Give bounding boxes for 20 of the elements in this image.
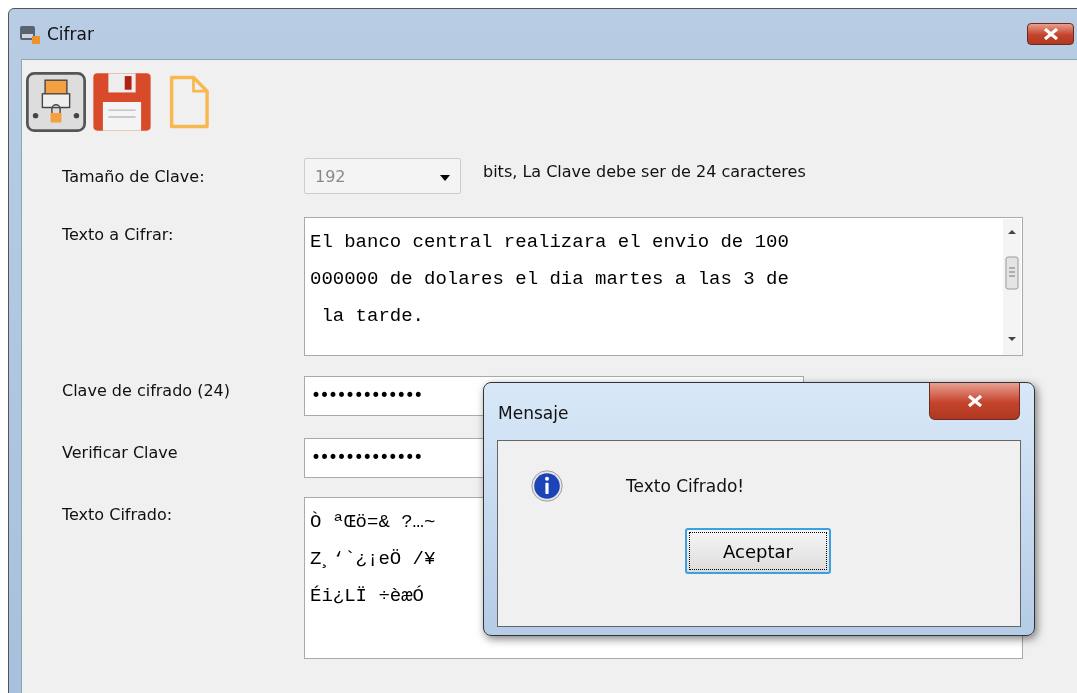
dialog-title: Mensaje [498, 403, 569, 423]
close-button[interactable] [1027, 23, 1074, 45]
encrypt-document-icon[interactable] [26, 72, 86, 132]
window-title: Cifrar [47, 24, 94, 44]
field-label: Texto Cifrado: [62, 505, 174, 524]
caret-icon [440, 175, 450, 181]
message-text: Texto Cifrado! [626, 476, 745, 496]
field-label: Tamaño de Clave: [62, 166, 206, 186]
info-icon [531, 470, 563, 502]
close-icon [1042, 28, 1059, 40]
field-label: Clave de cifrado (24) [62, 380, 232, 400]
close-button[interactable] [929, 383, 1020, 420]
plain-text-area[interactable]: El banco central realizara el envio de 100 000000 de dolares el dia martes a las 3 de la tarde. [304, 217, 1023, 356]
scrollbar[interactable] [1003, 219, 1021, 355]
field-label: Verificar Clave [62, 442, 179, 462]
accept-button[interactable]: Aceptar [685, 528, 831, 574]
field-label: Texto a Cifrar: [62, 225, 175, 244]
drive-lock-icon [19, 23, 41, 45]
hint-text: bits, La Clave debe ser de 24 caracteres [483, 161, 806, 181]
close-icon [966, 395, 983, 407]
